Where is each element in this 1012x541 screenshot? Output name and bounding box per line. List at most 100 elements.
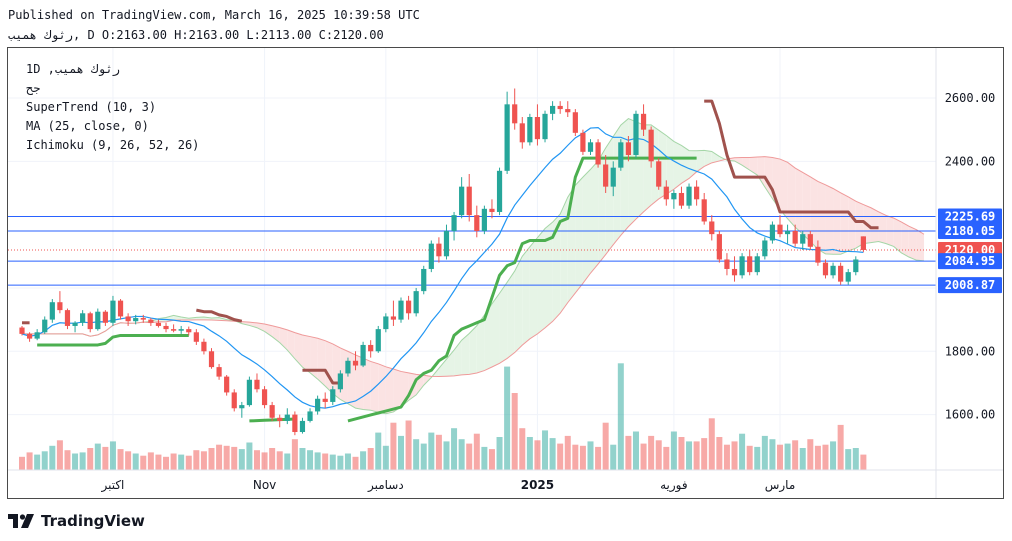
volume-bar: [276, 451, 283, 470]
volume-bar: [140, 455, 147, 470]
volume-bar: [443, 441, 450, 470]
candle-down: [815, 246, 821, 263]
candle-up: [299, 420, 306, 433]
volume-bar: [390, 422, 397, 470]
candle-down: [155, 322, 162, 326]
tradingview-brand[interactable]: TradingView: [8, 512, 145, 530]
volume-bar: [648, 435, 655, 470]
legend-ichimoku[interactable]: Ichimoku (9, 26, 52, 26): [26, 138, 199, 152]
price-chart[interactable]: 2600.002400.002000.001800.001600.002225.…: [8, 48, 1003, 498]
candle-down: [595, 142, 601, 165]
legend-exchange: جح: [26, 81, 41, 95]
volume-bar: [504, 366, 511, 470]
candle-down: [148, 319, 154, 323]
candle-down: [519, 123, 525, 143]
candle-up: [383, 316, 389, 330]
x-tick-label: 2025: [521, 478, 554, 492]
candle-down: [716, 234, 722, 260]
candle-up: [504, 104, 510, 171]
candle-down: [724, 259, 730, 269]
candle-down: [512, 104, 518, 124]
volume-bar: [398, 435, 404, 470]
candle-up: [459, 186, 465, 216]
volume-bar: [291, 439, 298, 470]
candle-down: [125, 316, 131, 322]
candle-up: [451, 215, 457, 231]
ohlc-values: D O:2163.00 H:2163.00 L:2113.00 C:2120.0…: [87, 28, 384, 42]
volume-bar: [344, 453, 351, 470]
volume-bar: [185, 455, 192, 470]
volume-bar: [473, 433, 480, 470]
volume-bar: [481, 446, 488, 470]
candle-down: [709, 221, 715, 235]
legend-ma[interactable]: MA (25, close, 0): [26, 119, 149, 133]
x-tick-label: Nov: [253, 478, 276, 492]
volume-bar: [602, 422, 609, 470]
price-line-label: 2225.69: [945, 210, 996, 224]
price-line-label: 2084.95: [945, 254, 996, 268]
volume-bar: [701, 438, 708, 470]
candle-down: [860, 236, 866, 250]
ichimoku-cloud-segment: [787, 162, 796, 228]
candle-up: [49, 302, 55, 320]
ichimoku-cloud-segment: [833, 188, 841, 255]
candle-down: [694, 186, 700, 200]
candle-down: [26, 333, 33, 339]
candle-down: [580, 132, 586, 152]
volume-bar: [360, 451, 367, 470]
volume-bar: [769, 439, 776, 470]
candle-down: [87, 313, 93, 330]
y-tick-label: 1600.00: [945, 408, 996, 422]
x-tick-label: فوریه: [660, 478, 688, 493]
candle-down: [201, 341, 207, 352]
candle-down: [648, 129, 654, 162]
candle-up: [330, 389, 336, 402]
volume-bar: [723, 444, 730, 470]
volume-bar: [632, 431, 639, 470]
volume-bar: [708, 418, 715, 470]
tradingview-logo-icon: [8, 514, 36, 528]
candle-up: [686, 186, 692, 206]
candle-down: [171, 329, 177, 331]
candle-down: [640, 113, 647, 130]
ichimoku-cloud-segment: [848, 196, 856, 252]
volume-bar: [572, 444, 579, 470]
ichimoku-cloud-segment: [757, 156, 765, 187]
volume-bar: [761, 435, 768, 470]
legend-supertrend[interactable]: SuperTrend (10, 3): [26, 100, 156, 114]
candle-down: [224, 376, 230, 393]
volume-bar: [739, 433, 746, 470]
candle-up: [307, 411, 313, 421]
candle-down: [292, 414, 298, 433]
x-tick-label: مارس: [765, 478, 796, 493]
chart-frame[interactable]: 2600.002400.002000.001800.001600.002225.…: [7, 47, 1004, 499]
volume-bar: [830, 441, 837, 470]
candle-down: [117, 300, 124, 317]
candle-down: [277, 417, 283, 421]
candle-down: [57, 302, 63, 311]
volume-bar: [625, 435, 632, 470]
candle-down: [838, 265, 844, 282]
ichimoku-cloud-segment: [689, 150, 697, 179]
volume-bar: [246, 442, 253, 470]
price-line-label: 2180.05: [945, 224, 996, 238]
candle-up: [34, 332, 40, 339]
ichimoku-cloud-segment: [840, 192, 849, 255]
volume-bar: [488, 449, 495, 470]
candle-down: [352, 360, 359, 366]
volume-bar: [269, 448, 276, 470]
candle-up: [550, 105, 556, 114]
ichimoku-cloud-segment: [310, 336, 318, 380]
volume-bar: [784, 443, 791, 470]
volume-bar: [716, 437, 723, 470]
candle-up: [110, 300, 116, 323]
ichimoku-cloud-segment: [560, 197, 568, 314]
volume-bar: [19, 456, 25, 470]
volume-bar: [64, 450, 71, 470]
volume-bar: [178, 454, 185, 470]
candle-up: [618, 142, 624, 168]
candle-up: [178, 329, 184, 331]
volume-bar: [26, 452, 33, 470]
tradingview-wordmark: TradingView: [41, 512, 145, 530]
candle-up: [421, 268, 427, 292]
